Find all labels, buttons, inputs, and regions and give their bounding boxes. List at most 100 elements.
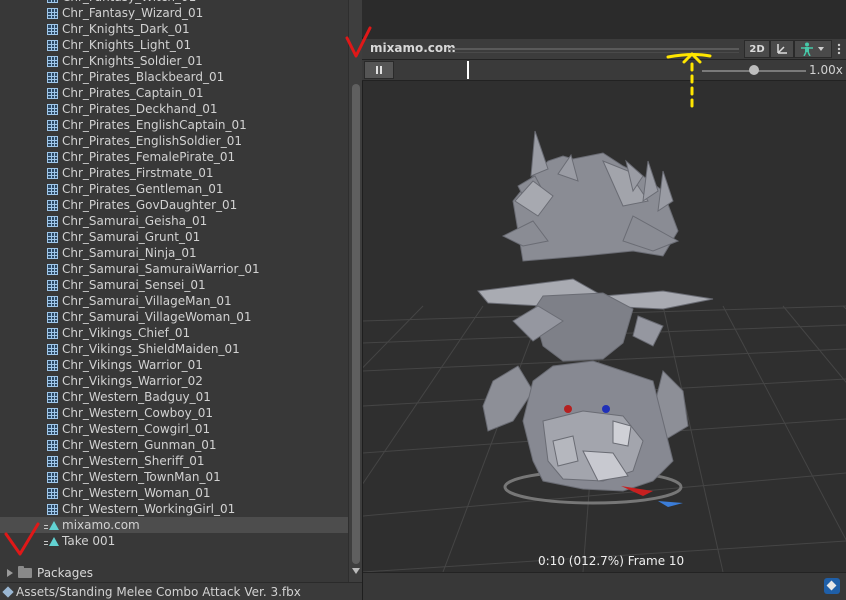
asset-item-label: Chr_Knights_Soldier_01 xyxy=(62,54,203,68)
mesh-grid-icon xyxy=(47,503,58,515)
model-asset-item[interactable]: Chr_Samurai_Sensei_01 xyxy=(0,277,348,293)
asset-item-label: Chr_Pirates_Captain_01 xyxy=(62,86,204,100)
asset-label-tag-icon[interactable] xyxy=(824,578,840,594)
model-asset-item[interactable]: Chr_Samurai_Grunt_01 xyxy=(0,229,348,245)
asset-item-label: Chr_Samurai_VillageMan_01 xyxy=(62,294,232,308)
model-asset-item[interactable]: Chr_Western_Woman_01 xyxy=(0,485,348,501)
model-asset-item[interactable]: Chr_Knights_Light_01 xyxy=(0,37,348,53)
asset-item-label: Chr_Pirates_Blackbeard_01 xyxy=(62,70,225,84)
asset-item-label: Chr_Fantasy_Wizard_01 xyxy=(62,6,204,20)
mesh-grid-icon xyxy=(47,247,58,259)
model-asset-item[interactable]: Chr_Vikings_Chief_01 xyxy=(0,325,348,341)
pivot-toggle-button[interactable] xyxy=(770,40,794,58)
asset-item-label: Chr_Pirates_GovDaughter_01 xyxy=(62,198,238,212)
kebab-menu-icon xyxy=(837,43,841,55)
model-asset-item[interactable]: Chr_Vikings_Warrior_01 xyxy=(0,357,348,373)
model-asset-item[interactable]: Chr_Western_Gunman_01 xyxy=(0,437,348,453)
toggle-2d-button[interactable]: 2D xyxy=(744,40,770,58)
model-asset-item[interactable]: Chr_Pirates_EnglishSoldier_01 xyxy=(0,133,348,149)
animation-clip-item[interactable]: Take 001 xyxy=(0,533,348,549)
animation-clip-item[interactable]: mixamo.com xyxy=(0,517,348,533)
model-asset-item[interactable]: Chr_Pirates_EnglishCaptain_01 xyxy=(0,117,348,133)
model-asset-item[interactable]: Chr_Samurai_Ninja_01 xyxy=(0,245,348,261)
model-asset-item[interactable]: Chr_Knights_Soldier_01 xyxy=(0,53,348,69)
mesh-grid-icon xyxy=(47,215,58,227)
model-asset-item[interactable]: Chr_Western_TownMan_01 xyxy=(0,469,348,485)
pause-icon xyxy=(376,66,378,74)
chevron-right-icon[interactable] xyxy=(7,569,13,577)
asset-item-label: Chr_Knights_Light_01 xyxy=(62,38,192,52)
model-asset-item[interactable]: Chr_Pirates_Blackbeard_01 xyxy=(0,69,348,85)
mesh-grid-icon xyxy=(47,375,58,387)
preview-drag-handle[interactable] xyxy=(449,48,739,50)
character-eye-red xyxy=(564,405,572,413)
model-asset-item[interactable]: Chr_Pirates_Captain_01 xyxy=(0,85,348,101)
asset-item-label: Chr_Western_Woman_01 xyxy=(62,486,211,500)
pause-button[interactable] xyxy=(364,61,394,79)
asset-item-label: Chr_Samurai_Ninja_01 xyxy=(62,246,197,260)
mesh-grid-icon xyxy=(47,279,58,291)
asset-item-label: Chr_Samurai_Geisha_01 xyxy=(62,214,208,228)
mesh-grid-icon xyxy=(47,7,58,19)
animation-clip-icon xyxy=(44,536,59,547)
mesh-grid-icon xyxy=(47,151,58,163)
animation-timeline[interactable] xyxy=(396,60,696,80)
mesh-grid-icon xyxy=(47,455,58,467)
model-asset-item[interactable]: Chr_Western_Badguy_01 xyxy=(0,389,348,405)
asset-item-label: Chr_Western_WorkingGirl_01 xyxy=(62,502,236,516)
pivot-icon xyxy=(777,44,787,54)
asset-item-label: Chr_Knights_Dark_01 xyxy=(62,22,190,36)
model-asset-item[interactable]: Chr_Western_Cowgirl_01 xyxy=(0,421,348,437)
project-scrollbar[interactable] xyxy=(348,0,362,582)
more-options-button[interactable] xyxy=(834,40,844,58)
chevron-down-icon xyxy=(818,47,824,51)
animation-clip-icon xyxy=(44,520,59,531)
asset-item-label: Chr_Pirates_Gentleman_01 xyxy=(62,182,224,196)
mesh-grid-icon xyxy=(47,439,58,451)
timeline-playhead[interactable] xyxy=(467,61,469,79)
inspector-area xyxy=(362,0,846,37)
preview-viewport[interactable] xyxy=(363,81,846,572)
model-asset-item[interactable]: Chr_Pirates_FemalePirate_01 xyxy=(0,149,348,165)
model-asset-item[interactable]: Chr_Western_Cowboy_01 xyxy=(0,405,348,421)
model-asset-item[interactable]: Chr_Pirates_Firstmate_01 xyxy=(0,165,348,181)
model-asset-item[interactable]: Chr_Western_WorkingGirl_01 xyxy=(0,501,348,517)
asset-item-label: Chr_Vikings_Warrior_02 xyxy=(62,374,203,388)
scroll-down-arrow-icon[interactable] xyxy=(352,568,360,574)
avatar-dropdown-button[interactable] xyxy=(794,40,832,58)
mesh-grid-icon xyxy=(47,87,58,99)
scrollbar-thumb[interactable] xyxy=(352,84,360,564)
model-asset-item[interactable]: Chr_Pirates_GovDaughter_01 xyxy=(0,197,348,213)
model-asset-item[interactable]: Chr_Vikings_Warrior_02 xyxy=(0,373,348,389)
asset-labels-bar xyxy=(363,572,846,600)
playback-speed-handle[interactable] xyxy=(749,65,759,75)
preview-toolbar: mixamo.com 2D xyxy=(362,39,846,60)
model-asset-item[interactable]: Chr_Samurai_Geisha_01 xyxy=(0,213,348,229)
asset-item-label: mixamo.com xyxy=(62,518,140,532)
character-eye-blue xyxy=(602,405,610,413)
mesh-grid-icon xyxy=(47,183,58,195)
model-asset-item[interactable]: Chr_Knights_Dark_01 xyxy=(0,21,348,37)
model-asset-item[interactable]: Chr_Fantasy_Wizard_01 xyxy=(0,5,348,21)
preview-title: mixamo.com xyxy=(370,41,456,55)
model-asset-item[interactable]: Chr_Pirates_Deckhand_01 xyxy=(0,101,348,117)
model-asset-item[interactable]: Chr_Samurai_VillageMan_01 xyxy=(0,293,348,309)
mesh-grid-icon xyxy=(47,0,58,3)
preview-drag-handle-line xyxy=(449,52,739,53)
animation-frame-readout: 0:10 (012.7%) Frame 10 xyxy=(538,554,685,568)
model-asset-item[interactable]: Chr_Pirates_Gentleman_01 xyxy=(0,181,348,197)
mesh-grid-icon xyxy=(47,199,58,211)
axis-x-marker xyxy=(621,486,653,496)
asset-item-label: Chr_Western_Cowboy_01 xyxy=(62,406,213,420)
asset-item-label: Chr_Samurai_Grunt_01 xyxy=(62,230,201,244)
mesh-grid-icon xyxy=(47,167,58,179)
model-asset-item[interactable]: Chr_Western_Sheriff_01 xyxy=(0,453,348,469)
asset-item-label: Take 001 xyxy=(62,534,116,548)
character-preview-render xyxy=(363,130,846,572)
model-asset-item[interactable]: Chr_Vikings_ShieldMaiden_01 xyxy=(0,341,348,357)
playback-speed-value: 1.00x xyxy=(809,63,843,77)
asset-item-label: Chr_Pirates_EnglishSoldier_01 xyxy=(62,134,243,148)
model-asset-item[interactable]: Chr_Samurai_SamuraiWarrior_01 xyxy=(0,261,348,277)
packages-folder[interactable]: Packages xyxy=(0,565,348,581)
model-asset-item[interactable]: Chr_Samurai_VillageWoman_01 xyxy=(0,309,348,325)
